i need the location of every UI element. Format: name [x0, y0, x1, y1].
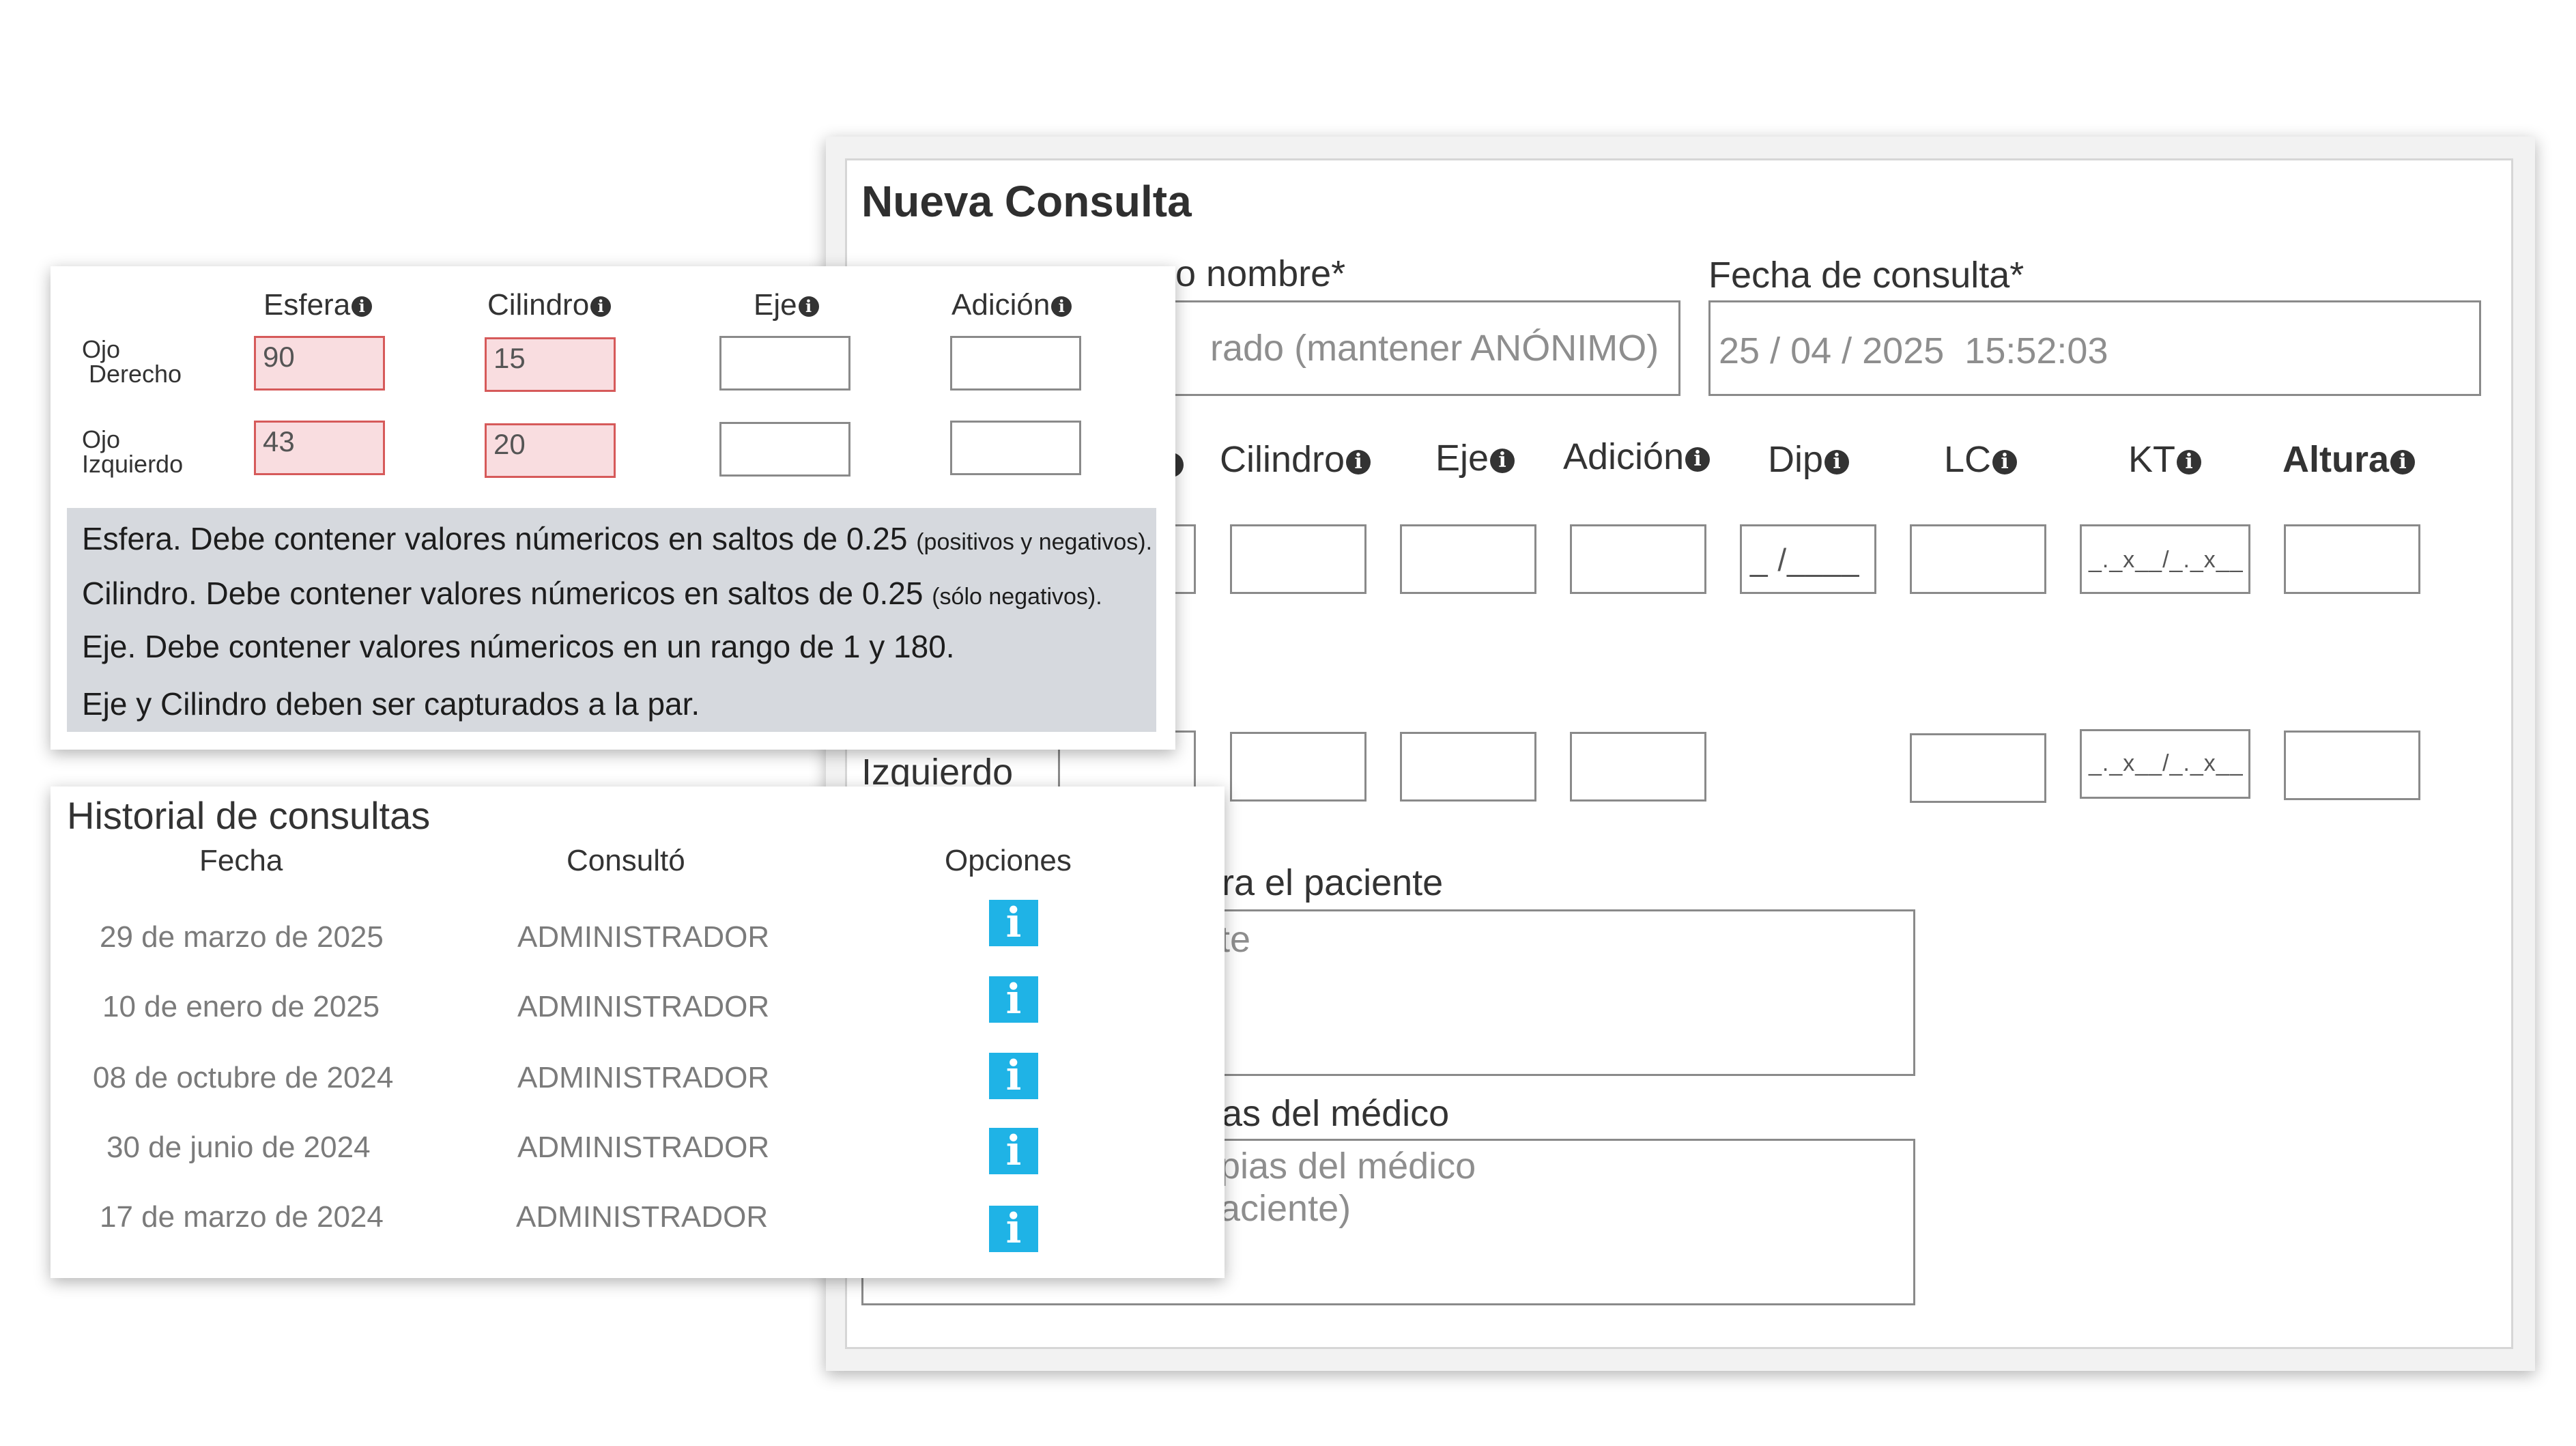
history-info-button[interactable]: i [989, 1128, 1038, 1174]
kt-izquierdo-input[interactable]: _._x__/_._x__ [2080, 729, 2250, 799]
adicion-derecho-input[interactable] [1570, 524, 1706, 594]
col-dip-header: Dip i [1768, 438, 1850, 481]
history-user: ADMINISTRADOR [517, 990, 770, 1023]
cilindro-derecho-input[interactable]: 15 [485, 337, 616, 392]
info-icon[interactable]: i [1992, 449, 2018, 474]
history-info-button[interactable]: i [989, 1206, 1038, 1252]
cilindro-izquierdo-input[interactable] [1230, 732, 1366, 802]
col-adicion-header: Adición i [951, 288, 1072, 322]
kt-mask: _._x__/_._x__ [2089, 750, 2244, 776]
col-eje-header: Eje i [1435, 437, 1515, 479]
history-date: 08 de octubre de 2024 [93, 1061, 394, 1094]
patient-name-placeholder: rado (mantener ANÓNIMO) [1210, 328, 1659, 369]
patient-notes-label: ra el paciente [1222, 862, 1444, 903]
row-label-derecho: Ojo Derecho [82, 335, 182, 388]
info-icon[interactable]: i [1346, 449, 1371, 474]
esfera-izquierdo-input[interactable]: 43 [254, 421, 385, 475]
history-user: ADMINISTRADOR [517, 920, 770, 954]
history-date: 29 de marzo de 2025 [100, 920, 384, 954]
info-icon[interactable]: i [798, 296, 819, 317]
kt-mask: _._x__/_._x__ [2089, 547, 2244, 573]
altura-izquierdo-input[interactable] [2284, 731, 2420, 800]
col-cilindro-header: Cilindro i [487, 288, 612, 322]
esfera-derecho-value: 90 [263, 341, 295, 373]
graduacion-panel: Esfera i Cilindro i Eje i Adición i Ojo Dere… [51, 266, 1175, 750]
info-icon[interactable]: i [1685, 446, 1711, 472]
historial-title: Historial de consultas [67, 794, 431, 837]
info-icon[interactable]: i [2390, 449, 2416, 474]
adicion-izquierdo-input[interactable] [950, 421, 1081, 475]
info-icon[interactable]: i [352, 296, 373, 317]
eje-derecho-input[interactable] [1400, 524, 1536, 594]
date-value: 25 / 04 / 2025 15:52:03 [1719, 330, 2108, 371]
kt-derecho-input[interactable]: _._x__/_._x__ [2080, 524, 2250, 594]
altura-derecho-input[interactable] [2284, 524, 2420, 594]
doctor-notes-placeholder-2: aciente) [1220, 1188, 1351, 1229]
history-date: 17 de marzo de 2024 [100, 1200, 384, 1234]
note-esfera: Esfera. Debe contener valores númericos … [82, 521, 1153, 556]
info-icon[interactable]: i [1490, 448, 1515, 473]
history-date: 30 de junio de 2024 [106, 1131, 371, 1164]
info-icon[interactable]: i [590, 296, 612, 317]
patient-name-label: o nombre* [1175, 253, 1346, 294]
eje-izquierdo-input[interactable] [719, 422, 850, 477]
info-icon[interactable]: i [1051, 296, 1072, 317]
history-info-button[interactable]: i [989, 1053, 1038, 1099]
consulta-title: Nueva Consulta [861, 177, 1192, 226]
date-input[interactable]: 25 / 04 / 2025 15:52:03 [1708, 300, 2481, 396]
col-altura-header: Altura i [2282, 438, 2416, 481]
eje-izquierdo-input[interactable] [1400, 732, 1536, 802]
date-label: Fecha de consulta* [1708, 255, 2024, 296]
esfera-izquierdo-value: 43 [263, 425, 295, 457]
col-kt-header: KT i [2128, 438, 2202, 481]
col-eje-header: Eje i [754, 288, 819, 322]
eje-derecho-input[interactable] [719, 336, 850, 391]
cilindro-izquierdo-input[interactable]: 20 [485, 423, 616, 478]
cilindro-derecho-value: 15 [493, 342, 526, 374]
info-icon[interactable]: i [1824, 449, 1850, 474]
validation-notes: Esfera. Debe contener valores númericos … [67, 508, 1156, 732]
note-eje: Eje. Debe contener valores númericos en … [82, 629, 955, 664]
history-user: ADMINISTRADOR [517, 1131, 770, 1164]
historial-panel: Historial de consultas Fecha Consultó Op… [51, 786, 1225, 1278]
lc-derecho-input[interactable] [1910, 524, 2046, 594]
history-user: ADMINISTRADOR [516, 1200, 769, 1234]
header-consulto: Consultó [567, 844, 685, 877]
history-date: 10 de enero de 2025 [102, 990, 380, 1023]
adicion-izquierdo-input[interactable] [1570, 732, 1706, 802]
info-icon[interactable]: i [2177, 449, 2202, 474]
dip-input[interactable]: _ /____ [1740, 524, 1876, 594]
cilindro-derecho-input[interactable] [1230, 524, 1366, 594]
col-lc-header: LC i [1944, 438, 2018, 481]
header-opciones: Opciones [945, 844, 1072, 877]
col-adicion-header: Adición i [1563, 436, 1711, 478]
doctor-notes-label: as del médico [1222, 1093, 1450, 1134]
history-info-button[interactable]: i [989, 976, 1038, 1023]
doctor-notes-placeholder-1: pias del médico [1220, 1146, 1476, 1187]
adicion-derecho-input[interactable] [950, 336, 1081, 391]
lc-izquierdo-input[interactable] [1910, 733, 2046, 803]
history-user: ADMINISTRADOR [517, 1061, 770, 1094]
dip-mask: _ /____ [1750, 542, 1860, 578]
cilindro-izquierdo-value: 20 [493, 428, 526, 460]
history-info-button[interactable]: i [989, 900, 1038, 946]
note-cilindro: Cilindro. Debe contener valores númerico… [82, 576, 1102, 611]
esfera-derecho-input[interactable]: 90 [254, 336, 385, 391]
note-eje-cilindro: Eje y Cilindro deben ser capturados a la… [82, 686, 700, 722]
col-cilindro-header: Cilindro i [1220, 438, 1371, 481]
row-label-izquierdo: Ojo Izquierdo [82, 425, 184, 478]
col-esfera-header: Esfera i [263, 288, 373, 322]
header-fecha: Fecha [199, 844, 283, 877]
